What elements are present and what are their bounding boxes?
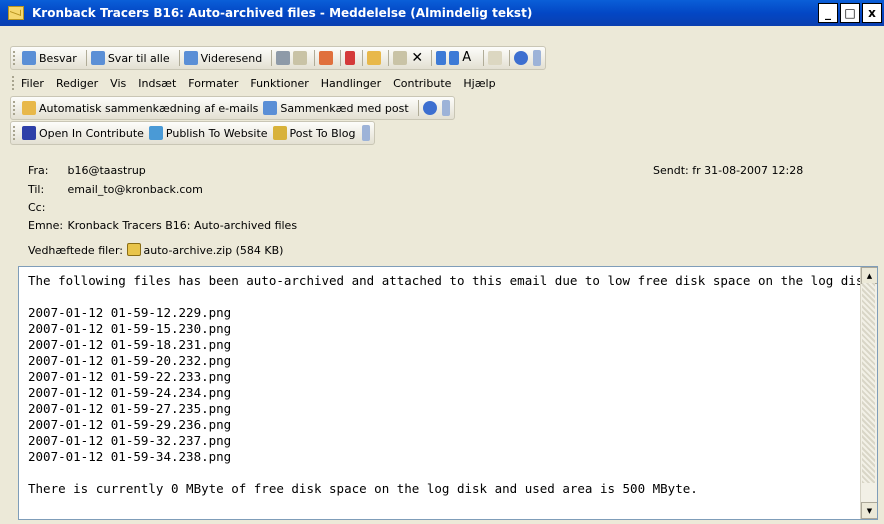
link-post-icon <box>263 101 278 115</box>
flag-icon[interactable] <box>345 51 356 65</box>
menu-rediger[interactable]: Rediger <box>56 77 98 90</box>
contribute-toolbar: Open In Contribute Publish To Website Po… <box>0 121 884 145</box>
move-icon[interactable] <box>319 51 334 65</box>
scroll-up-button[interactable]: ▲ <box>861 267 877 284</box>
to-row: Til: email_to@kronback.com <box>28 183 203 196</box>
blog-icon <box>272 126 287 140</box>
vertical-scrollbar[interactable]: ▲ ▼ <box>860 267 877 519</box>
toolbar-grip[interactable] <box>13 51 18 65</box>
contribute-icon <box>22 126 36 140</box>
previous-icon[interactable] <box>436 51 447 65</box>
forward-icon <box>183 51 198 65</box>
attachments-row: Vedhæftede filer: auto-archive.zip (584 … <box>28 243 284 257</box>
reply-icon <box>22 51 36 65</box>
sent-value: fr 31-08-2007 12:28 <box>692 164 804 177</box>
maximize-button[interactable]: □ <box>840 3 860 23</box>
mail-icon <box>8 6 24 20</box>
copy-icon[interactable] <box>293 51 308 65</box>
window-title: Kronback Tracers B16: Auto-archived file… <box>32 6 533 20</box>
menu-contribute[interactable]: Contribute <box>393 77 451 90</box>
menu-bar: Filer Rediger Vis Indsæt Formater Funkti… <box>0 72 884 94</box>
menu-handlinger[interactable]: Handlinger <box>321 77 381 90</box>
toolbar-options-chevron[interactable] <box>533 50 542 66</box>
address-book-icon[interactable] <box>367 51 382 65</box>
publish-button[interactable]: Publish To Website <box>148 126 268 140</box>
reply-all-button[interactable]: Svar til alle <box>90 51 170 65</box>
sent-row: Sendt: fr 31-08-2007 12:28 <box>653 164 804 177</box>
message-text: The following files has been auto-archiv… <box>28 273 877 496</box>
open-in-contribute-button[interactable]: Open In Contribute <box>22 126 144 140</box>
title-bar: Kronback Tracers B16: Auto-archived file… <box>0 0 884 26</box>
attachment-icon <box>126 243 141 256</box>
from-value[interactable]: b16@taastrup <box>68 164 146 177</box>
help-icon[interactable] <box>422 101 437 115</box>
publish-icon <box>148 126 163 140</box>
standard-toolbar: Besvar Svar til alle Videresend ✕ A <box>0 46 884 70</box>
encoding-icon[interactable] <box>488 51 503 65</box>
post-blog-button[interactable]: Post To Blog <box>272 126 355 140</box>
print-icon[interactable] <box>276 51 291 65</box>
reply-all-icon <box>90 51 105 65</box>
close-button[interactable]: x <box>862 3 882 23</box>
from-row: Fra: b16@taastrup <box>28 164 146 177</box>
cc-row: Cc: <box>28 201 46 214</box>
message-body[interactable]: The following files has been auto-archiv… <box>18 266 878 520</box>
minimize-button[interactable]: _ <box>818 3 838 23</box>
reply-button[interactable]: Besvar <box>22 51 77 65</box>
menu-formater[interactable]: Formater <box>188 77 238 90</box>
linking-toolbar: Automatisk sammenkædning af e-mails Samm… <box>0 96 884 120</box>
link-mail-icon <box>22 101 36 115</box>
menu-filer[interactable]: Filer <box>21 77 44 90</box>
menu-indsaet[interactable]: Indsæt <box>138 77 176 90</box>
message-header: Fra: b16@taastrup Sendt: fr 31-08-2007 1… <box>0 147 884 262</box>
subject-row: Emne: Kronback Tracers B16: Auto-archive… <box>28 219 298 232</box>
next-icon[interactable] <box>449 51 460 65</box>
auto-link-button[interactable]: Automatisk sammenkædning af e-mails <box>22 101 258 115</box>
scroll-down-button[interactable]: ▼ <box>861 502 877 519</box>
attachment-link[interactable]: auto-archive.zip (584 KB) <box>144 244 284 257</box>
toolbar-options-chevron[interactable] <box>362 125 371 141</box>
toolbar-options-chevron[interactable] <box>441 100 450 116</box>
link-post-button[interactable]: Sammenkæd med post <box>263 101 409 115</box>
forward-button[interactable]: Videresend <box>183 51 262 65</box>
menu-hjaelp[interactable]: Hjælp <box>463 77 495 90</box>
font-size-icon[interactable]: A <box>462 51 476 65</box>
scrollbar-track[interactable] <box>862 283 875 483</box>
delete-icon[interactable]: ✕ <box>410 51 424 65</box>
categorize-icon[interactable] <box>393 51 408 65</box>
menu-funktioner[interactable]: Funktioner <box>250 77 308 90</box>
subject-value: Kronback Tracers B16: Auto-archived file… <box>67 219 298 232</box>
menu-vis[interactable]: Vis <box>110 77 126 90</box>
help-icon[interactable] <box>514 51 529 65</box>
to-value[interactable]: email_to@kronback.com <box>68 183 203 196</box>
